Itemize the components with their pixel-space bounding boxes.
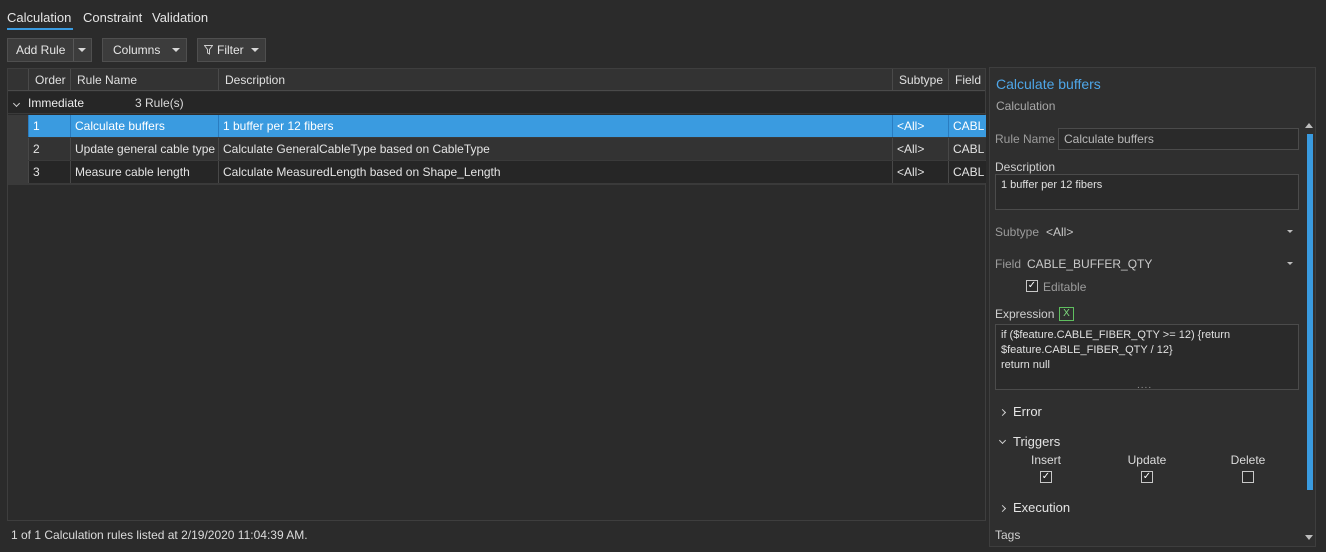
add-rule-button[interactable]: Add Rule: [7, 38, 92, 62]
row-selector[interactable]: [8, 138, 28, 160]
trigger-update-label: Update: [1127, 453, 1167, 467]
column-header-field[interactable]: Field: [948, 69, 986, 91]
cell-field: CABL: [948, 138, 986, 160]
cell-order: 2: [28, 138, 70, 160]
trigger-update-checkbox[interactable]: ✓: [1141, 471, 1153, 483]
table-row[interactable]: 3 Measure cable length Calculate Measure…: [8, 161, 986, 184]
tab-calculation[interactable]: Calculation: [7, 10, 71, 25]
subtype-label: Subtype: [995, 225, 1040, 239]
panel-title: Calculate buffers: [996, 76, 1101, 92]
trigger-insert-checkbox[interactable]: ✓: [1040, 471, 1052, 483]
cell-order: 1: [28, 115, 70, 137]
expression-label: Expression: [995, 307, 1055, 321]
rule-name-label: Rule Name: [995, 132, 1056, 146]
group-count: 3 Rule(s): [135, 96, 184, 110]
cell-field: CABL: [948, 161, 986, 183]
subtype-select[interactable]: <All>: [1042, 221, 1299, 243]
cell-order: 3: [28, 161, 70, 183]
field-label: Field: [995, 257, 1022, 271]
cell-rule-name: Update general cable type: [70, 138, 218, 160]
chevron-down-icon: [77, 48, 86, 52]
column-header-description[interactable]: Description: [218, 69, 892, 91]
scroll-up-icon[interactable]: [1305, 123, 1313, 128]
columns-button[interactable]: Columns: [102, 38, 187, 62]
triggers-section-header[interactable]: Triggers: [998, 434, 1061, 449]
trigger-delete-label: Delete: [1230, 453, 1266, 467]
cell-subtype: <All>: [892, 138, 948, 160]
column-header-subtype[interactable]: Subtype: [892, 69, 948, 91]
chevron-down-icon[interactable]: [12, 98, 21, 112]
execution-section-header[interactable]: Execution: [998, 500, 1071, 515]
tab-validation[interactable]: Validation: [152, 10, 208, 25]
table-row[interactable]: 1 Calculate buffers 1 buffer per 12 fibe…: [8, 115, 986, 138]
rule-details-panel: Calculate buffers Calculation Rule Name …: [989, 67, 1316, 547]
grid-empty-area: [8, 184, 985, 520]
cell-field: CABL: [948, 115, 986, 137]
add-rule-label: Add Rule: [16, 43, 66, 57]
cell-subtype: <All>: [892, 115, 948, 137]
triggers-label: Triggers: [1013, 434, 1061, 449]
expression-builder-icon[interactable]: X: [1059, 307, 1074, 321]
error-section-header[interactable]: Error: [998, 404, 1042, 419]
add-rule-dropdown[interactable]: [73, 39, 89, 61]
cell-description: Calculate GeneralCableType based on Cabl…: [218, 138, 892, 160]
trigger-insert-label: Insert: [1030, 453, 1061, 467]
row-selector[interactable]: [8, 161, 28, 183]
error-label: Error: [1013, 404, 1042, 419]
filter-label: Filter: [217, 43, 244, 57]
cell-description: 1 buffer per 12 fibers: [218, 115, 892, 137]
group-name: Immediate: [28, 96, 85, 110]
rules-grid: Order Rule Name Description Subtype Fiel…: [7, 68, 986, 521]
field-value: CABLE_BUFFER_QTY: [1027, 257, 1153, 271]
cell-rule-name: Calculate buffers: [70, 115, 218, 137]
column-header-rule-name[interactable]: Rule Name: [70, 69, 218, 91]
tags-label: Tags: [995, 528, 1021, 542]
grid-header: Order Rule Name Description Subtype Fiel…: [8, 69, 985, 91]
row-selector[interactable]: [8, 115, 28, 137]
execution-label: Execution: [1013, 500, 1071, 515]
filter-button[interactable]: Filter: [197, 38, 266, 62]
panel-scrollbar[interactable]: [1307, 134, 1313, 490]
group-row-immediate[interactable]: Immediate 3 Rule(s): [8, 92, 985, 114]
columns-label: Columns: [113, 43, 161, 57]
trigger-delete-checkbox[interactable]: [1242, 471, 1254, 483]
description-field[interactable]: 1 buffer per 12 fibers: [995, 174, 1299, 210]
filter-icon: [204, 45, 213, 55]
cell-rule-name: Measure cable length: [70, 161, 218, 183]
description-label: Description: [995, 160, 1056, 174]
editable-checkbox[interactable]: ✓: [1026, 280, 1038, 292]
chevron-down-icon: [1287, 262, 1293, 265]
tab-constraint[interactable]: Constraint: [83, 10, 142, 25]
editable-label: Editable: [1043, 280, 1087, 294]
chevron-down-icon: [172, 48, 180, 52]
status-text: 1 of 1 Calculation rules listed at 2/19/…: [11, 528, 308, 542]
column-header-order[interactable]: Order: [28, 69, 70, 91]
chevron-right-icon: [998, 408, 1007, 417]
chevron-down-icon: [998, 436, 1007, 445]
resize-grip-icon[interactable]: ....: [1137, 380, 1152, 391]
chevron-down-icon: [1287, 230, 1293, 233]
field-select[interactable]: CABLE_BUFFER_QTY: [1023, 253, 1299, 275]
scroll-down-icon[interactable]: [1305, 535, 1313, 540]
subtype-value: <All>: [1046, 225, 1074, 239]
panel-subtitle: Calculation: [996, 99, 1056, 113]
cell-subtype: <All>: [892, 161, 948, 183]
active-tab-indicator: [7, 28, 73, 30]
table-row[interactable]: 2 Update general cable type Calculate Ge…: [8, 138, 986, 161]
chevron-right-icon: [998, 504, 1007, 513]
rule-name-field[interactable]: Calculate buffers: [1058, 128, 1299, 150]
cell-description: Calculate MeasuredLength based on Shape_…: [218, 161, 892, 183]
rule-tabs: Calculation Constraint Validation: [0, 0, 400, 34]
chevron-down-icon: [251, 48, 259, 52]
